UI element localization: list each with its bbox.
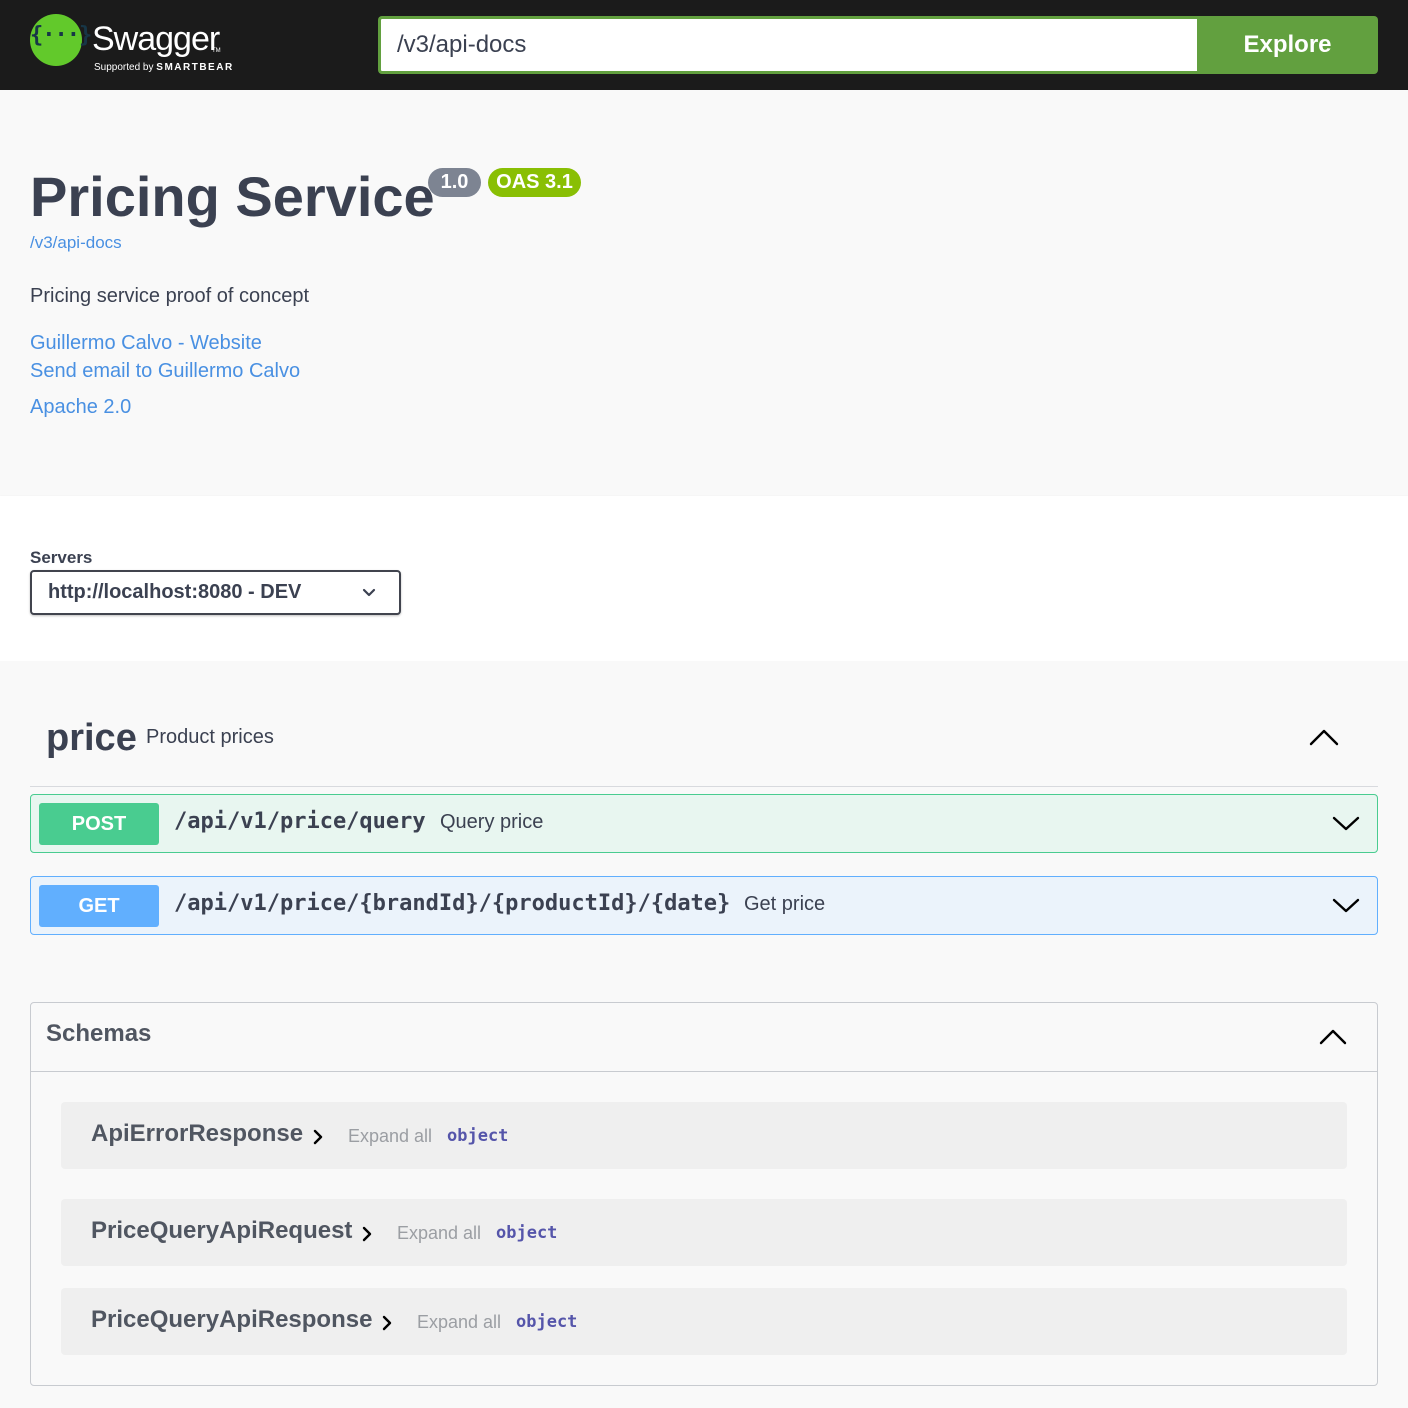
operation-get-price[interactable]: GET /api/v1/price/{brandId}/{productId}/… xyxy=(30,876,1378,935)
schema-name[interactable]: PriceQueryApiResponse xyxy=(91,1306,372,1334)
operation-summary: Get price xyxy=(744,893,826,915)
schema-model[interactable]: PriceQueryApiResponse Expand all object xyxy=(61,1288,1347,1355)
schemas-header[interactable]: Schemas xyxy=(31,1003,1377,1072)
expand-all-button[interactable]: Expand all xyxy=(397,1223,481,1244)
servers-selected-value: http://localhost:8080 - DEV xyxy=(48,581,302,603)
schema-type: object xyxy=(516,1312,578,1332)
chevron-right-icon[interactable] xyxy=(380,1312,394,1334)
logo-company: SMARTBEAR xyxy=(156,62,234,73)
tag-header-price[interactable]: price Product prices xyxy=(30,701,1378,787)
method-badge-post: POST xyxy=(39,803,159,845)
operation-summary: Query price xyxy=(440,811,544,833)
explore-button[interactable]: Explore xyxy=(1197,16,1378,74)
license-link[interactable]: Apache 2.0 xyxy=(30,396,131,419)
chevron-down-icon[interactable] xyxy=(1331,892,1361,918)
chevron-down-icon xyxy=(362,588,376,597)
oas-badge: OAS 3.1 xyxy=(488,168,581,197)
schemas-title: Schemas xyxy=(46,1020,152,1047)
method-badge-get: GET xyxy=(39,885,159,927)
spec-link[interactable]: /v3/api-docs xyxy=(30,233,122,253)
schema-model[interactable]: PriceQueryApiRequest Expand all object xyxy=(61,1199,1347,1266)
schema-name[interactable]: PriceQueryApiRequest xyxy=(91,1217,352,1245)
tag-name: price xyxy=(46,717,137,759)
chevron-right-icon[interactable] xyxy=(360,1223,374,1245)
servers-select[interactable]: http://localhost:8080 - DEV xyxy=(30,570,401,615)
swagger-logo[interactable]: {···} Swagger TM Supported by SMARTBEAR xyxy=(30,14,252,73)
schema-type: object xyxy=(496,1223,558,1243)
schema-model[interactable]: ApiErrorResponse Expand all object xyxy=(61,1102,1347,1169)
operation-path: /api/v1/price/{brandId}/{productId}/{dat… xyxy=(174,891,731,916)
version-badge: 1.0 xyxy=(428,168,481,197)
schemas-section: Schemas ApiErrorResponse Expand all obje… xyxy=(30,1002,1378,1386)
logo-supported-by: Supported by SMARTBEAR xyxy=(94,62,234,73)
swagger-logo-icon: {···} xyxy=(30,14,92,66)
tag-description: Product prices xyxy=(146,726,274,748)
servers-section: Servers http://localhost:8080 - DEV xyxy=(0,496,1408,661)
operations-section: price Product prices POST /api/v1/price/… xyxy=(0,661,1408,1408)
chevron-up-icon[interactable] xyxy=(1306,723,1342,751)
expand-all-button[interactable]: Expand all xyxy=(417,1312,501,1333)
page-title: Pricing Service xyxy=(30,165,435,228)
schema-name[interactable]: ApiErrorResponse xyxy=(91,1120,303,1148)
logo-name: Swagger xyxy=(92,20,220,58)
schema-type: object xyxy=(447,1126,509,1146)
chevron-up-icon[interactable] xyxy=(1317,1021,1349,1051)
topbar: {···} Swagger TM Supported by SMARTBEAR … xyxy=(0,0,1408,90)
logo-supported-text: Supported by xyxy=(94,62,154,73)
contact-email-link[interactable]: Send email to Guillermo Calvo xyxy=(30,360,300,383)
api-description: Pricing service proof of concept xyxy=(30,285,310,307)
logo-text: Swagger TM Supported by SMARTBEAR xyxy=(92,14,252,73)
servers-label: Servers xyxy=(30,548,93,567)
operation-path: /api/v1/price/query xyxy=(174,809,426,834)
chevron-right-icon[interactable] xyxy=(311,1126,325,1148)
info-section: Pricing Service 1.0 OAS 3.1 /v3/api-docs… xyxy=(0,90,1408,496)
expand-all-button[interactable]: Expand all xyxy=(348,1126,432,1147)
contact-website-link[interactable]: Guillermo Calvo - Website xyxy=(30,332,262,355)
chevron-down-icon[interactable] xyxy=(1331,810,1361,836)
operation-post-price-query[interactable]: POST /api/v1/price/query Query price xyxy=(30,794,1378,853)
spec-url-input[interactable] xyxy=(378,16,1200,74)
logo-trademark: TM xyxy=(212,48,221,54)
